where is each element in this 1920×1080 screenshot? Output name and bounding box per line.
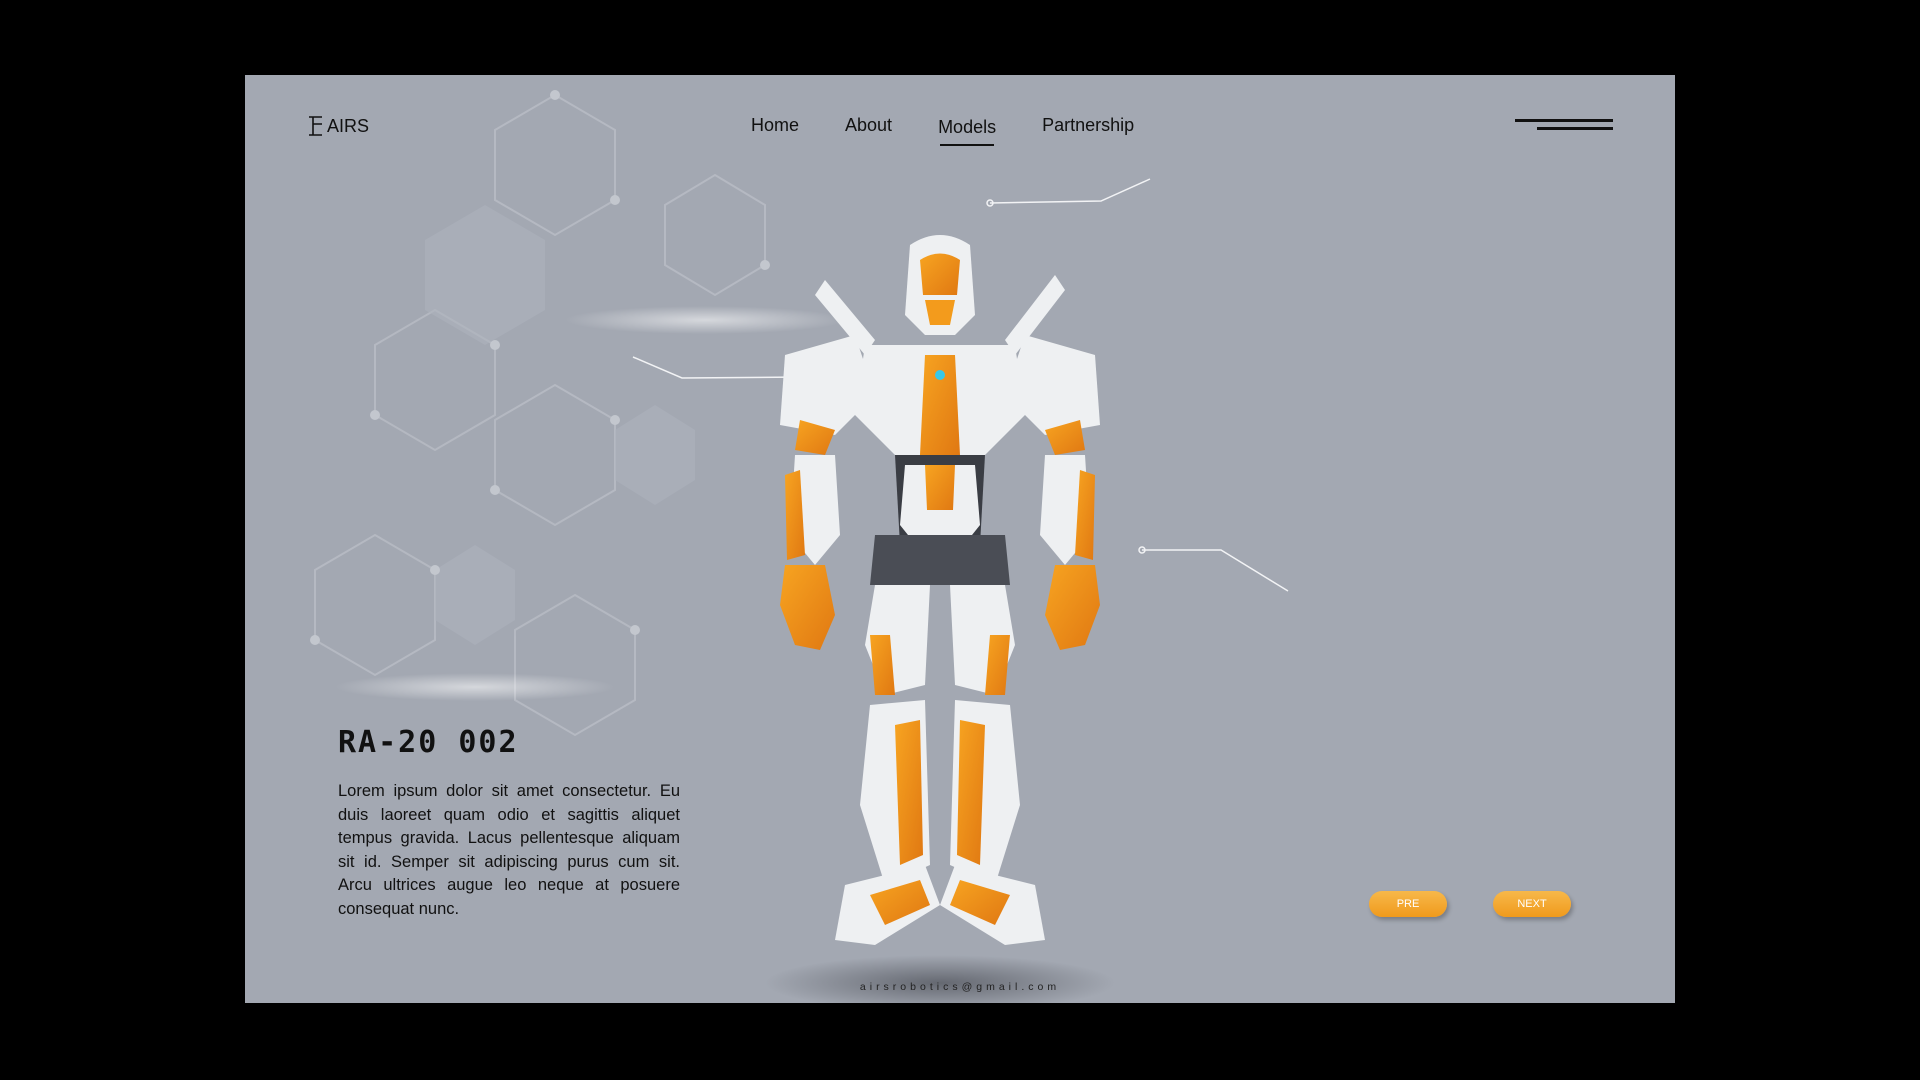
menu-line-top [1515,119,1613,122]
nav-item-about[interactable]: About [845,115,892,136]
nav-item-partnership[interactable]: Partnership [1042,115,1134,136]
nav-item-models[interactable]: Models [938,117,996,146]
nav-item-home[interactable]: Home [751,115,799,136]
brand-logo[interactable]: AIRS [307,115,369,137]
airs-logo-mark-icon [309,116,322,136]
menu-line-bottom [1537,127,1613,130]
model-description: Lorem ipsum dolor sit amet consectetur. … [338,782,680,918]
previous-button[interactable]: PRE [1369,891,1447,917]
next-button[interactable]: NEXT [1493,891,1571,917]
brand-name: AIRS [327,115,370,136]
model-title: RA-20 002 [338,725,519,760]
hero-frame: AIRS Home About Models Partnership RA-20… [245,75,1675,1003]
contact-email[interactable]: airsrobotics@gmail.com [245,981,1675,993]
hamburger-menu-icon[interactable] [1515,119,1615,141]
main-navigation: Home About Models Partnership [751,115,1180,146]
robot-illustration [765,235,1115,1003]
